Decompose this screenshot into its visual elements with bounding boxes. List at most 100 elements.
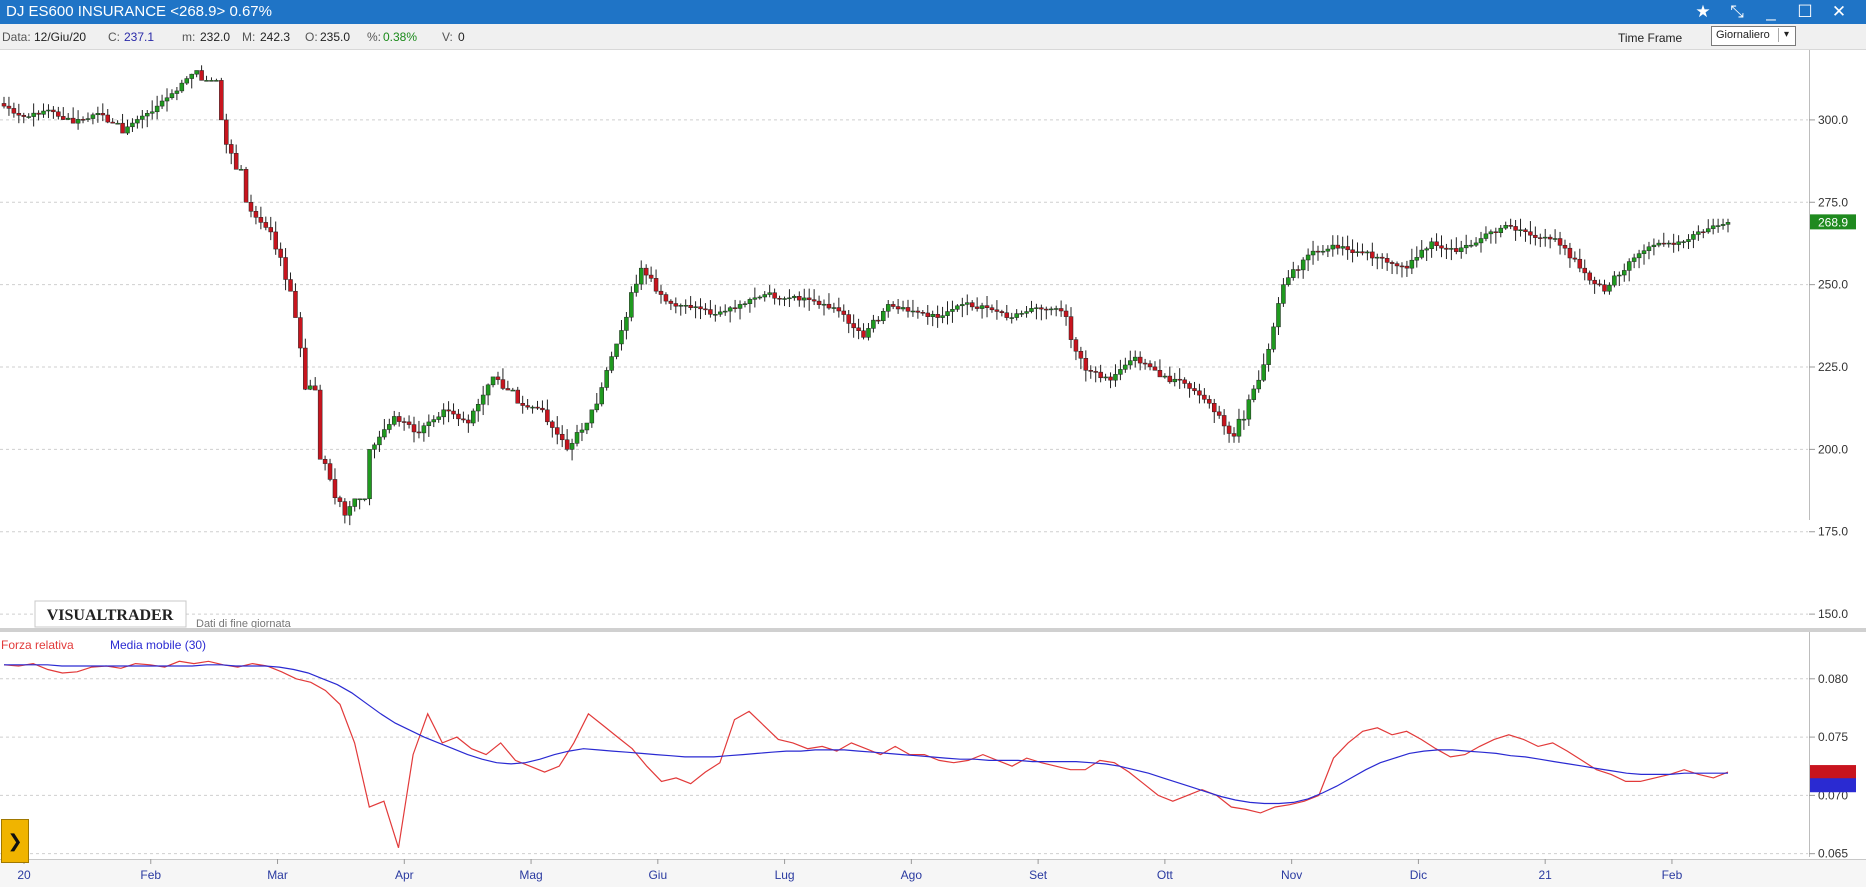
candle-up	[115, 122, 120, 125]
candle-up	[1424, 248, 1429, 251]
candle-down	[273, 231, 278, 250]
candle-down	[777, 297, 782, 300]
candle-up	[90, 114, 96, 119]
candle-up	[742, 303, 748, 305]
candle-down	[56, 111, 61, 117]
candle-down	[1345, 246, 1350, 251]
candle-down	[100, 113, 106, 116]
candle-down	[989, 307, 995, 311]
candle-down	[925, 312, 930, 317]
candle-down	[653, 278, 659, 292]
candle-up	[421, 425, 427, 434]
candle-up	[1503, 225, 1508, 229]
candle-up	[1612, 275, 1617, 286]
candle-down	[268, 227, 274, 233]
candle-down	[451, 410, 456, 415]
candle-up	[757, 296, 763, 299]
candle-up	[1053, 308, 1059, 310]
candle-down	[732, 307, 738, 309]
candle-down	[1315, 250, 1321, 253]
candle-down	[920, 312, 926, 314]
candle-down	[1039, 307, 1044, 310]
candle-down	[1567, 247, 1573, 259]
candle-up	[238, 169, 244, 171]
candle-down	[312, 385, 318, 391]
candle-down	[525, 405, 530, 408]
candle-up	[629, 292, 634, 318]
candle-up	[747, 299, 753, 304]
candle-down	[540, 407, 545, 411]
candle-up	[1710, 225, 1716, 229]
candle-down	[199, 70, 204, 81]
time-tick-label: Feb	[1662, 868, 1683, 882]
candle-up	[1172, 378, 1177, 383]
candle-down	[1572, 257, 1578, 260]
time-tick-label: Dic	[1410, 868, 1427, 882]
candle-up	[1626, 261, 1632, 271]
candle-up	[831, 307, 837, 309]
candle-up	[1266, 348, 1271, 365]
candle-down	[228, 144, 234, 154]
candle-down	[797, 296, 802, 301]
candle-down	[1157, 370, 1163, 378]
candle-up	[866, 328, 871, 338]
candle-up	[1132, 356, 1138, 361]
candle-up	[184, 78, 190, 84]
candle-down	[1063, 310, 1069, 317]
price-tick-label: 300.0	[1818, 113, 1848, 127]
candle-up	[1256, 379, 1261, 390]
candle-down	[658, 290, 664, 295]
candle-down	[1295, 269, 1301, 271]
candle-down	[1197, 390, 1202, 396]
candle-up	[480, 394, 486, 405]
candle-up	[1375, 256, 1380, 259]
panel-divider[interactable]	[0, 628, 1866, 632]
candle-down	[224, 119, 229, 145]
price-tick-label: 225.0	[1818, 360, 1848, 374]
candle-down	[110, 121, 115, 124]
candle-down	[80, 119, 86, 121]
candle-down	[396, 416, 402, 422]
candle-down	[663, 294, 669, 302]
candle-down	[1523, 229, 1528, 232]
candle-down	[851, 323, 856, 329]
candle-up	[619, 330, 624, 345]
chart-canvas[interactable]: 300.0 275.0 250.0 225.0 200.0 175.0 150.0 268.…	[0, 0, 1866, 887]
candle-down	[298, 317, 303, 349]
candle-down	[21, 114, 27, 117]
candle-up	[594, 403, 600, 411]
candle-up	[1463, 244, 1469, 249]
candle-down	[550, 421, 555, 428]
candle-down	[1058, 308, 1064, 312]
candle-up	[95, 113, 101, 116]
candle-up	[140, 115, 145, 120]
candle-down	[120, 122, 125, 134]
candle-up	[1607, 284, 1612, 292]
candle-up	[965, 302, 970, 305]
time-tick-label: 20	[17, 868, 31, 882]
candle-up	[1246, 399, 1252, 420]
candle-up	[130, 122, 135, 128]
candle-up	[377, 436, 382, 446]
candle-down	[253, 211, 259, 218]
candle-down	[11, 108, 17, 114]
candle-up	[678, 305, 684, 307]
candle-down	[322, 459, 328, 464]
expand-panel-button[interactable]: ❯	[1, 819, 29, 863]
candle-up	[683, 305, 688, 307]
candle-down	[505, 388, 511, 391]
candle-down	[915, 310, 921, 313]
candle-up	[1656, 242, 1662, 246]
candle-down	[1360, 251, 1365, 254]
candle-up	[787, 297, 792, 300]
candle-down	[1192, 388, 1197, 392]
candle-up	[1286, 277, 1291, 285]
candle-up	[609, 356, 614, 371]
candle-down	[1004, 312, 1010, 318]
time-tick-label: Ago	[901, 868, 923, 882]
candle-down	[999, 311, 1005, 314]
candle-up	[1419, 249, 1424, 258]
candle-down	[219, 80, 224, 121]
candle-up	[1681, 241, 1686, 243]
candle-up	[471, 410, 476, 424]
